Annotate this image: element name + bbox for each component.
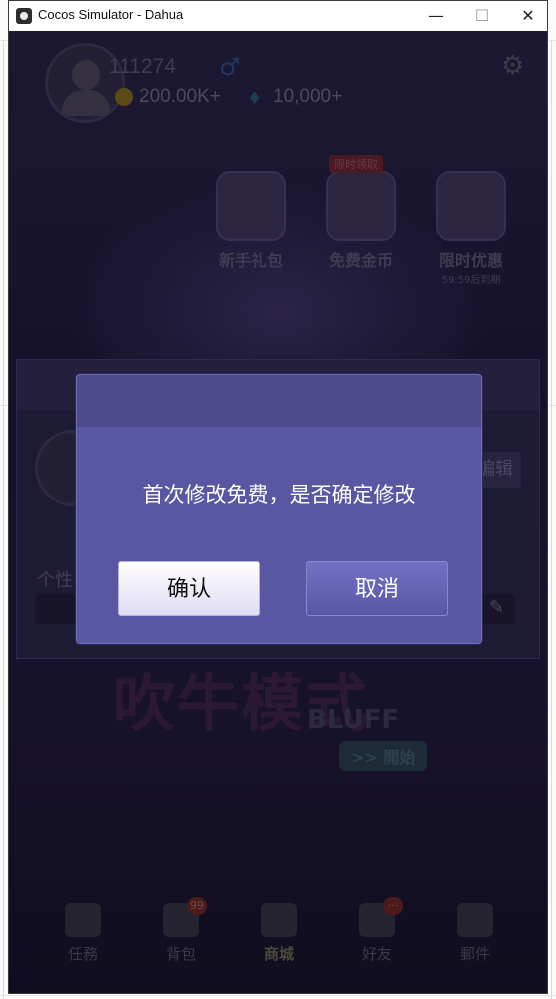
app-icon [16,8,32,24]
nav-mail[interactable]: 郵件 [435,903,515,964]
diamond-icon: ♦ [247,89,263,109]
minimize-button[interactable]: — [413,1,459,31]
mail-icon [457,903,493,937]
gear-icon[interactable]: ⚙ [501,51,524,81]
coin-icon [115,88,133,106]
male-icon: ♂ [219,53,241,81]
title-bar: Cocos Simulator - Dahua — ☐ ✕ [9,1,547,31]
notification-badge: ··· [383,897,403,915]
start-button: >> 開始 [339,741,428,771]
nav-label: 背包 [165,945,196,963]
window-title: Cocos Simulator - Dahua [38,7,184,22]
divider [551,40,552,999]
lucky-cat-icon [216,171,286,241]
nav-bag[interactable]: 99 背包 [141,897,221,964]
promo-label: 新手礼包 [218,251,283,270]
bottom-nav: 任務 99 背包 商城 ··· 好友 郵件 [9,891,547,991]
game-canvas: 111274 ♂ ⚙ 200.00K+ ♦ 10,000+ 新手礼包 限时领取 … [9,31,547,993]
nav-label: 郵件 [459,945,490,963]
nav-tasks[interactable]: 任務 [43,903,123,964]
nav-label: 任務 [67,945,98,963]
character-icon [436,171,506,241]
coin-balance: 200.00K+ [139,86,221,107]
divider [3,40,4,999]
maximize-button[interactable]: ☐ [459,1,505,31]
nav-shop[interactable]: 商城 [239,903,319,964]
coin-stack-icon [326,171,396,241]
cart-icon [261,903,297,937]
promo-countdown: 59:59后到期 [441,275,501,286]
promo-tag: 限时领取 [329,155,383,173]
notification-badge: 99 [187,897,207,915]
bluff-mode-poster: 吹牛模式 BLUFF >> 開始 [103,649,463,789]
confirm-button[interactable]: 确认 [118,561,260,616]
confirm-dialog: 首次修改免费，是否确定修改 确认 取消 [76,374,482,644]
nav-label: 商城 [263,945,294,963]
signature-label: 个性 [37,570,73,591]
simulator-window: Cocos Simulator - Dahua — ☐ ✕ 111274 ♂ ⚙… [8,0,548,994]
divider [0,995,556,996]
promo-free-coins[interactable]: 限时领取 免费金币 [321,155,401,271]
user-id: 111274 [109,55,176,78]
promo-label: 限时优惠 [438,251,503,270]
gem-balance: 10,000+ [273,86,343,107]
nav-friends[interactable]: ··· 好友 [337,897,417,964]
calendar-icon [65,903,101,937]
promo-label: 免费金币 [328,251,393,270]
poster-subtitle: BLUFF [307,705,400,735]
dialog-message: 首次修改免费，是否确定修改 [142,483,416,507]
avatar-body [62,90,110,116]
close-button[interactable]: ✕ [505,1,547,31]
dialog-header [77,375,481,427]
promo-limited-offer[interactable]: 限时优惠 59:59后到期 [431,171,511,286]
pencil-icon: ✎ [489,597,505,618]
cancel-button[interactable]: 取消 [306,561,448,616]
nav-label: 好友 [361,945,392,963]
avatar-head [72,60,100,90]
promo-newbie-gift[interactable]: 新手礼包 [211,171,291,271]
